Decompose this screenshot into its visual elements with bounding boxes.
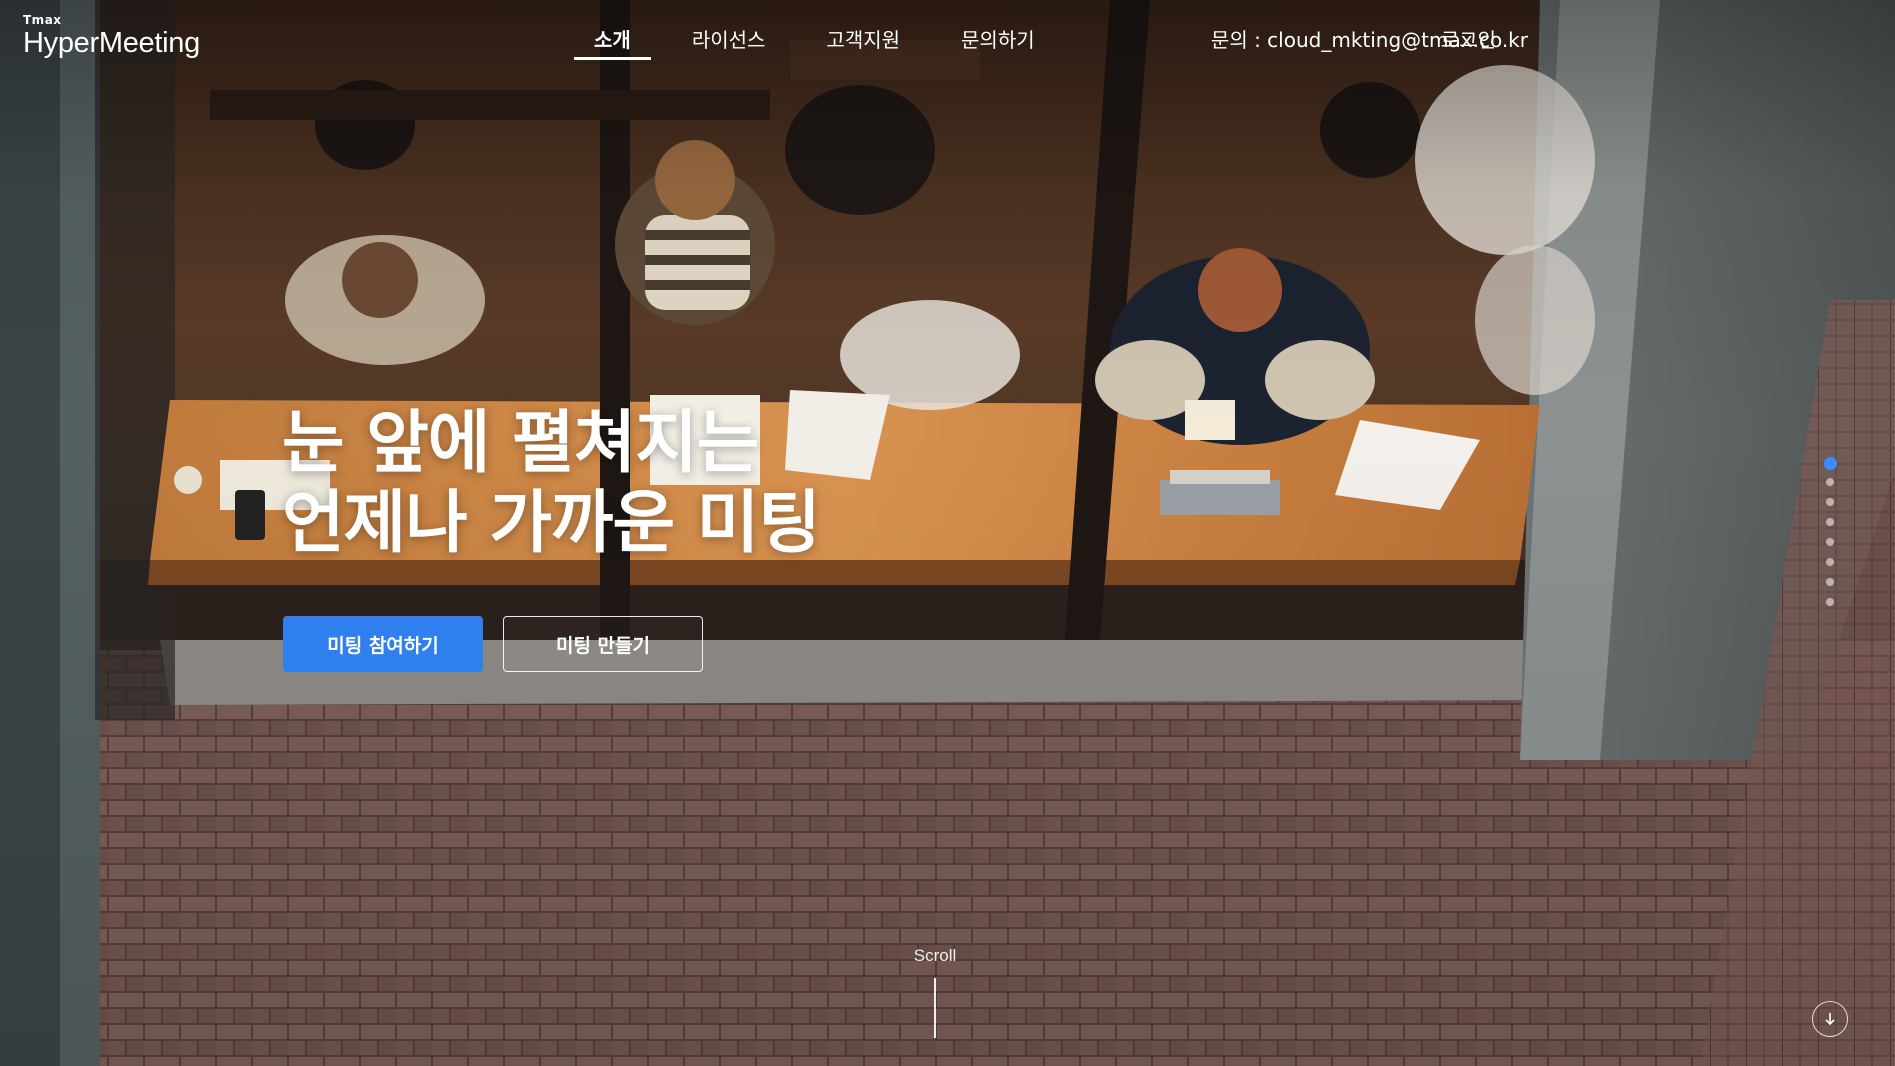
nav-item-label: 소개 xyxy=(594,28,631,52)
arrow-down-circle-icon xyxy=(1825,1013,1835,1026)
main-nav: 소개 라이선스 고객지원 문의하기 xyxy=(574,0,1076,62)
login-link[interactable]: 로그인 xyxy=(1441,24,1496,53)
nav-item-label: 문의하기 xyxy=(961,28,1035,52)
pager-dot-6[interactable] xyxy=(1826,558,1834,566)
nav-item-label: 라이선스 xyxy=(691,28,766,52)
scroll-label: Scroll xyxy=(913,946,957,965)
brand-logo-small: Tmax xyxy=(23,13,62,27)
join-meeting-button[interactable]: 미팅 참여하기 xyxy=(283,616,483,672)
nav-item-inquiry[interactable]: 문의하기 xyxy=(941,0,1055,62)
nav-item-intro[interactable]: 소개 xyxy=(574,0,651,62)
scroll-line xyxy=(934,978,936,1038)
hero-headline-line1: 눈 앞에 펼쳐지는 xyxy=(282,404,759,483)
pager-dot-7[interactable] xyxy=(1826,578,1834,586)
top-header: Tmax HyperMeeting 소개 라이선스 고객지원 문의하기 문의 :… xyxy=(0,0,1895,76)
pager-dot-2[interactable] xyxy=(1826,478,1834,486)
create-meeting-button[interactable]: 미팅 만들기 xyxy=(503,616,703,672)
hero-headline-line2: 언제나 가까운 미팅 xyxy=(282,484,821,563)
pager-dot-5[interactable] xyxy=(1826,538,1834,546)
nav-item-label: 고객지원 xyxy=(826,28,901,52)
hero-section: Tmax HyperMeeting 소개 라이선스 고객지원 문의하기 문의 :… xyxy=(0,0,1895,1066)
section-pager xyxy=(1823,457,1837,618)
hero-headline: 눈 앞에 펼쳐지는 언제나 가까운 미팅 xyxy=(282,404,821,564)
brand-logo-main: HyperMeeting xyxy=(23,27,200,59)
pager-dot-1[interactable] xyxy=(1823,457,1837,470)
pager-dot-3[interactable] xyxy=(1826,498,1834,506)
cta-button-group: 미팅 참여하기 미팅 만들기 xyxy=(283,616,703,672)
nav-item-license[interactable]: 라이선스 xyxy=(672,0,786,62)
pager-dot-4[interactable] xyxy=(1826,518,1834,526)
scroll-indicator: Scroll xyxy=(900,946,970,1038)
nav-item-support[interactable]: 고객지원 xyxy=(806,0,920,62)
scroll-down-button[interactable] xyxy=(1812,1001,1848,1037)
brand-logo[interactable]: Tmax HyperMeeting xyxy=(23,14,200,59)
pager-dot-8[interactable] xyxy=(1826,598,1834,606)
